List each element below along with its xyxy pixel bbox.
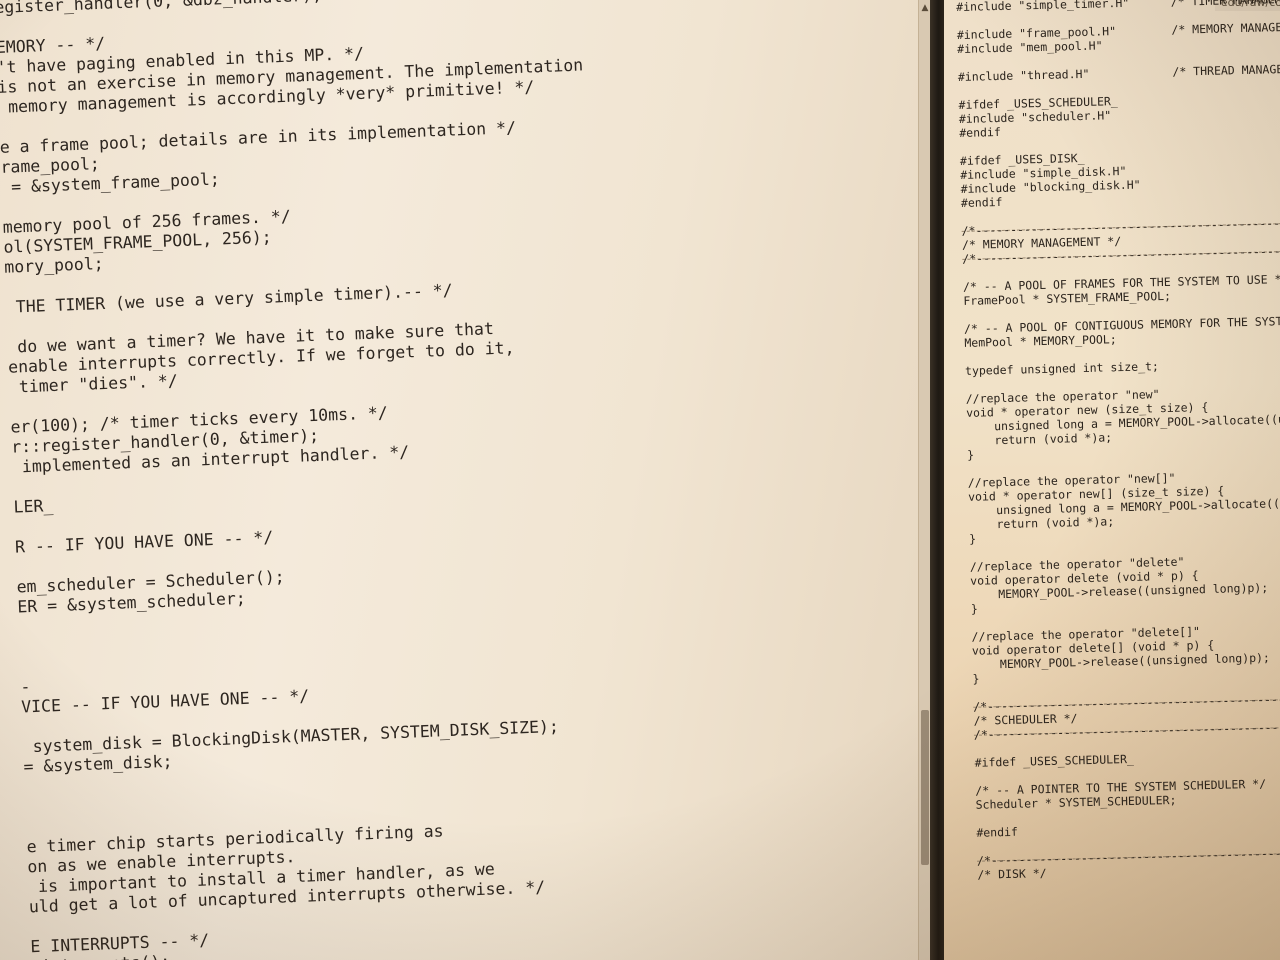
code-line: }: [970, 601, 978, 616]
code-line: #include "mem_pool.H": [957, 38, 1103, 56]
code-line: -: [20, 677, 31, 697]
scrollbar-thumb[interactable]: [921, 710, 929, 865]
window-divider: [930, 0, 944, 960]
code-line: #include "scheduler.H": [958, 108, 1112, 126]
code-line: #ifdef _USES_SCHEDULER_: [974, 751, 1135, 770]
code-line: return (void *)a;: [966, 430, 1113, 448]
code-line: system_disk = BlockingDisk(MASTER, SYSTE…: [22, 716, 560, 757]
code-line: #include "blocking_disk.H": [960, 177, 1141, 196]
code-line: typedef unsigned int size_t;: [964, 359, 1160, 378]
code-line: VICE -- IF YOU HAVE ONE -- */: [20, 686, 310, 717]
code-line: return (void *)a;: [968, 514, 1115, 532]
code-line: }: [968, 531, 977, 546]
code-line: /*--------------------------------------…: [976, 845, 1280, 868]
code-line: /* -- A POOL OF CONTIGUOUS MEMORY FOR TH…: [963, 313, 1280, 336]
code-line: #endif: [976, 824, 1019, 840]
code-line: #endif: [960, 194, 1003, 210]
code-line: #endif: [959, 124, 1001, 140]
code-line: egister_handler(0, &dbz_handler);: [0, 0, 323, 17]
code-line: THE TIMER (we use a very simple timer).-…: [5, 280, 453, 317]
code-line: #include "frame_pool.H" /* MEMORY MANAGE…: [956, 19, 1280, 42]
code-line: }: [972, 671, 980, 686]
code-line: MemPool * MEMORY_POOL;: [964, 332, 1117, 350]
code-line: R -- IF YOU HAVE ONE -- */: [14, 527, 274, 557]
monitor-photo: egister_handler(0, &dbz_handler); EMORY -…: [0, 0, 1280, 960]
code-line: #include "thread.H" /* THREAD MANAGEMENT…: [957, 61, 1280, 84]
code-line: #include "simple_timer.H" /* TIMER MANAG…: [956, 0, 1280, 14]
code-line: /* DISK */: [977, 866, 1047, 882]
code-line: e a frame pool; details are in its imple…: [0, 118, 517, 157]
code-line: = &system_disk;: [23, 751, 173, 777]
code-line: LER_: [13, 496, 54, 517]
code-line: mory_pool;: [3, 253, 104, 277]
code-line: /*--------------------------------------…: [973, 691, 1280, 714]
right-code-editor[interactable]: edu/raw/co #include "simple_timer.H" /* …: [944, 0, 1280, 960]
code-line: }: [966, 447, 975, 462]
left-code-editor[interactable]: egister_handler(0, &dbz_handler); EMORY -…: [0, 0, 930, 960]
